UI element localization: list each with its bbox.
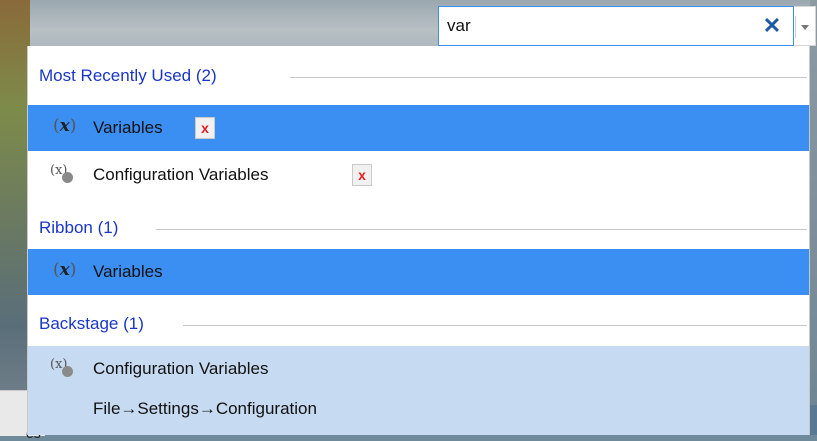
group-divider: [290, 77, 807, 78]
result-item-variables-mru[interactable]: (x) Variables x: [28, 105, 809, 151]
remove-icon: x: [201, 120, 209, 136]
result-label: Configuration Variables: [93, 165, 269, 184]
result-item-configuration-variables-backstage[interactable]: (x) Configuration Variables File→Setting…: [28, 346, 809, 435]
remove-icon: x: [358, 167, 366, 183]
app-background-right-strip: [810, 0, 817, 435]
search-box[interactable]: ✕: [438, 6, 794, 46]
configuration-variables-icon: (x): [50, 357, 76, 379]
result-label: Variables: [93, 262, 163, 281]
group-header-ribbon: Ribbon (1): [28, 213, 809, 243]
group-header-most-recently-used: Most Recently Used (2): [28, 61, 809, 91]
clear-search-button[interactable]: ✕: [761, 13, 783, 39]
search-input[interactable]: [447, 14, 737, 38]
group-header-backstage: Backstage (1): [28, 309, 809, 339]
remove-from-recent-button[interactable]: x: [195, 117, 215, 139]
remove-from-recent-button[interactable]: x: [352, 164, 372, 186]
result-label: Configuration Variables: [93, 359, 269, 378]
result-item-variables-ribbon[interactable]: (x) Variables: [28, 249, 809, 295]
variables-icon: (x): [53, 116, 77, 136]
result-path: File→Settings→Configuration: [93, 399, 317, 418]
configuration-variables-icon: (x): [50, 163, 76, 185]
close-icon: ✕: [762, 13, 782, 38]
group-title: Backstage (1): [39, 314, 154, 334]
search-dropdown-button[interactable]: [794, 6, 816, 46]
group-title: Ribbon (1): [39, 218, 129, 238]
variables-icon: (x): [53, 260, 77, 280]
search-results-popup: Most Recently Used (2) (x) Variables x (…: [27, 46, 810, 435]
result-item-configuration-variables-mru[interactable]: (x) Configuration Variables x: [28, 152, 809, 198]
result-label: Variables: [93, 118, 163, 137]
group-title: Most Recently Used (2): [39, 66, 227, 86]
app-background-left-strip: [0, 0, 30, 435]
group-divider: [183, 325, 807, 326]
group-divider: [156, 229, 807, 230]
